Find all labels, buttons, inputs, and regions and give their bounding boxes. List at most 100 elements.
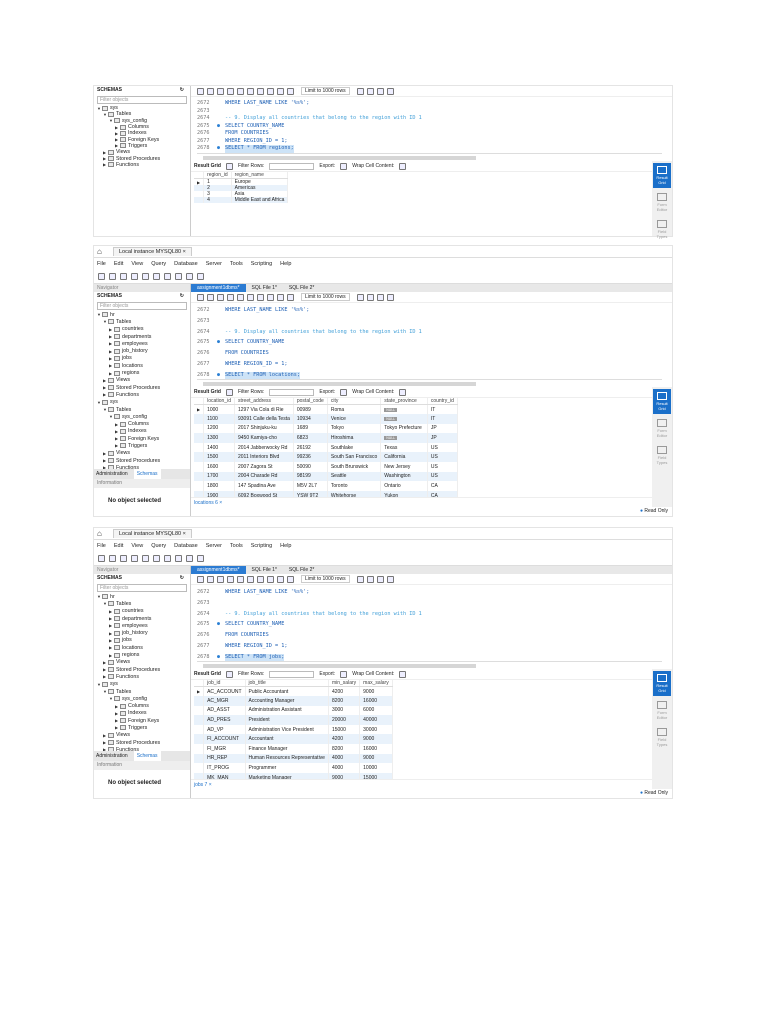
table-cell[interactable]: 2014 Jabberwocky Rd (234, 442, 294, 453)
tree-item[interactable]: ▶ Triggers (94, 724, 190, 731)
menu-item-tools[interactable]: Tools (230, 543, 243, 549)
tree-item[interactable]: ▶ Indexes (94, 710, 190, 717)
horizontal-scrollbar[interactable] (197, 379, 662, 387)
table-cell[interactable]: 50090 (293, 462, 328, 472)
table-cell[interactable]: 9000 (359, 734, 393, 745)
export-icon[interactable] (340, 670, 348, 678)
table-cell[interactable]: M5V 2L7 (293, 481, 328, 491)
rollback-icon[interactable] (277, 87, 284, 95)
tree-item[interactable]: ▶ countries (94, 608, 190, 615)
filter-rows-input[interactable] (269, 670, 315, 678)
table-cell[interactable]: 8200 (328, 696, 361, 706)
menu-item-server[interactable]: Server (206, 543, 222, 549)
tab-administration[interactable]: Administration (96, 751, 128, 761)
create-function-icon[interactable] (175, 554, 182, 562)
table-cell[interactable]: Middle East and Africa (231, 197, 289, 203)
tree-item[interactable]: ▶ employees (94, 340, 190, 347)
menu-item-help[interactable]: Help (280, 543, 291, 549)
tree-item[interactable]: ▼ Tables (94, 688, 190, 695)
tree-item[interactable]: ▼ hr (94, 593, 190, 600)
tree-item[interactable]: ▼ sys_config (94, 413, 190, 420)
create-table-icon[interactable] (142, 272, 149, 280)
table-row[interactable]: ▶ 1000 1297 Via Cola di Rie 00989 Roma NULL IT (194, 404, 458, 415)
table-cell[interactable]: 1600 (203, 462, 235, 472)
explain-icon[interactable] (237, 575, 244, 583)
filter-rows-input[interactable] (269, 162, 315, 170)
sql-editor[interactable]: 2672 WHERE LAST_NAME LIKE '%s%'; 2673 2674 -… (191, 303, 672, 379)
table-cell[interactable]: 4 (203, 197, 232, 203)
table-cell[interactable]: 16000 (359, 744, 393, 754)
tree-item[interactable]: ▼ Tables (94, 406, 190, 413)
table-cell[interactable]: 1800 (203, 481, 235, 491)
filter-objects-input[interactable]: Filter objects (97, 584, 187, 592)
connection-tab[interactable]: Local instance MYSQL80 × (113, 529, 192, 538)
table-cell[interactable]: 26192 (293, 442, 328, 453)
tree-item[interactable]: ▶ regions (94, 651, 190, 658)
tree-item[interactable]: ▶ regions (94, 369, 190, 376)
explain-icon[interactable] (237, 293, 244, 301)
toggle-error-icon[interactable] (257, 575, 264, 583)
save-icon[interactable] (207, 575, 214, 583)
execute-current-icon[interactable] (227, 87, 234, 95)
table-cell[interactable]: 1400 (203, 442, 235, 453)
tree-item[interactable]: ▶ Views (94, 377, 190, 384)
table-cell[interactable]: 1200 (203, 423, 235, 434)
tree-item[interactable]: ▶ Foreign Keys (94, 717, 190, 724)
table-cell[interactable]: 9000 (359, 753, 393, 764)
rollback-icon[interactable] (277, 293, 284, 301)
find-icon[interactable] (366, 575, 374, 583)
tree-item[interactable]: ▼ sys (94, 681, 190, 688)
table-cell[interactable]: AC_ACCOUNT (203, 686, 246, 697)
table-cell[interactable]: 9000 (359, 686, 393, 697)
editor-tab[interactable]: SQL File 2* (283, 566, 320, 574)
tree-item[interactable]: ▶ jobs (94, 355, 190, 362)
wrap-icon[interactable] (386, 293, 394, 301)
table-cell[interactable]: AD_PRES (203, 715, 246, 725)
export-icon[interactable] (340, 162, 348, 170)
menu-item-edit[interactable]: Edit (114, 261, 123, 267)
menu-item-edit[interactable]: Edit (114, 543, 123, 549)
tab-administration[interactable]: Administration (96, 469, 128, 479)
close-icon[interactable]: × (181, 249, 186, 255)
grid-icon[interactable] (225, 388, 233, 396)
tree-item[interactable]: ▶ departments (94, 333, 190, 340)
table-row[interactable]: HR_REP Human Resources Representative 4000… (194, 753, 393, 764)
table-row[interactable]: IT_PROG Programmer 4000 10000 (194, 763, 393, 773)
horizontal-scrollbar[interactable] (197, 661, 662, 669)
table-cell[interactable]: 3000 (328, 705, 361, 716)
table-cell[interactable]: Human Resources Representative (245, 753, 329, 764)
close-icon[interactable]: × (218, 500, 222, 506)
execute-icon[interactable] (217, 575, 224, 583)
tree-item[interactable]: ▶ Stored Procedures (94, 739, 190, 746)
tree-item[interactable]: ▶ Views (94, 659, 190, 666)
stop-icon[interactable] (247, 293, 254, 301)
execute-icon[interactable] (217, 293, 224, 301)
find-icon[interactable] (366, 87, 374, 95)
column-header[interactable]: country_id (427, 398, 458, 405)
connection-tab[interactable]: Local instance MYSQL80 × (113, 247, 192, 256)
table-row[interactable]: 1200 2017 Shinjuku-ku 1689 Tokyo Tokyo Prefe… (194, 423, 458, 434)
tree-item[interactable]: ▶ Triggers (94, 442, 190, 449)
rollback-icon[interactable] (277, 575, 284, 583)
table-cell[interactable]: Toronto (327, 481, 382, 491)
table-row[interactable]: 1300 9450 Kamiya-cho 6823 Hiroshima NULL JP (194, 433, 458, 443)
table-cell[interactable]: Programmer (245, 763, 329, 773)
editor-tab[interactable]: SQL File 2* (283, 284, 320, 292)
refresh-icon[interactable]: ↻ (180, 86, 184, 95)
autocommit-icon[interactable] (287, 87, 294, 95)
editor-tab[interactable]: SQL File 1* (246, 566, 283, 574)
tree-item[interactable]: ▶ Foreign Keys (94, 435, 190, 442)
table-cell[interactable]: 4200 (328, 734, 361, 745)
table-cell[interactable]: 6823 (293, 433, 328, 443)
result-tab[interactable]: locations 6 × (191, 497, 652, 507)
create-view-icon[interactable] (153, 554, 160, 562)
table-row[interactable]: 1800 147 Spadina Ave M5V 2L7 Toronto Ontario… (194, 481, 458, 491)
table-cell[interactable]: CA (427, 481, 458, 491)
tree-item[interactable]: ▶ departments (94, 615, 190, 622)
execute-current-icon[interactable] (227, 575, 234, 583)
field-types-button[interactable]: Field Types (653, 725, 671, 750)
execute-current-icon[interactable] (227, 293, 234, 301)
tree-item[interactable]: ▶ locations (94, 644, 190, 651)
table-cell[interactable]: Roma (327, 404, 382, 415)
new-sql-tab-icon[interactable] (98, 272, 105, 280)
